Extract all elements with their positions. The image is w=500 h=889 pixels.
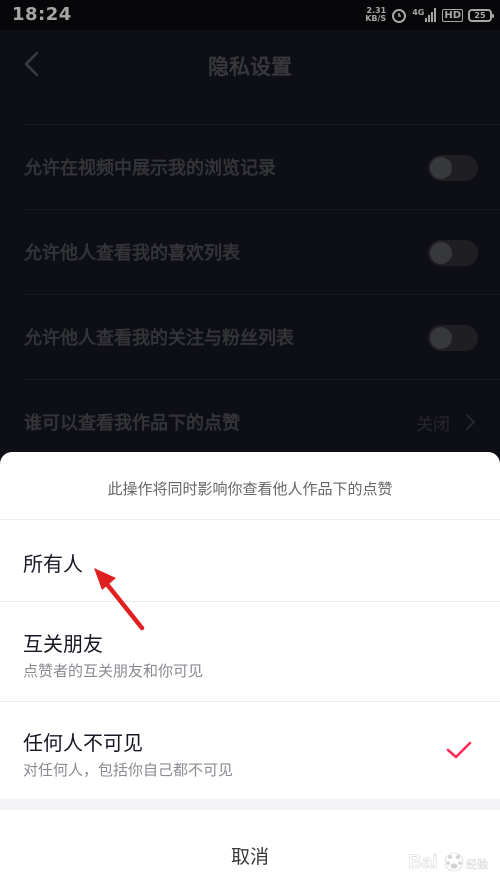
- sheet-gap: [0, 799, 500, 810]
- baidu-watermark-logo: Bai 经验: [408, 852, 489, 874]
- option-subtitle: 对任何人，包括你自己都不可见: [23, 761, 234, 779]
- svg-text:经验: 经验: [466, 857, 488, 871]
- option-subtitle: 点赞者的互关朋友和你可见: [23, 662, 204, 680]
- bottom-sheet: 此操作将同时影响你查看他人作品下的点赞 所有人 互关朋友 点赞者的互关朋友和你可…: [0, 452, 500, 889]
- option-title: 所有人: [23, 552, 83, 576]
- option-nobody[interactable]: 任何人不可见 对任何人，包括你自己都不可见: [0, 702, 500, 799]
- sheet-hint: 此操作将同时影响你查看他人作品下的点赞: [107, 480, 393, 498]
- option-title: 任何人不可见: [23, 731, 143, 755]
- sheet-header: 此操作将同时影响你查看他人作品下的点赞: [0, 452, 500, 520]
- svg-text:Bai: Bai: [408, 852, 438, 873]
- checkmark-icon: [446, 741, 472, 759]
- option-everyone[interactable]: 所有人: [0, 520, 500, 602]
- annotation-arrow-icon: [94, 568, 145, 631]
- option-mutual-friends[interactable]: 互关朋友 点赞者的互关朋友和你可见: [0, 602, 500, 702]
